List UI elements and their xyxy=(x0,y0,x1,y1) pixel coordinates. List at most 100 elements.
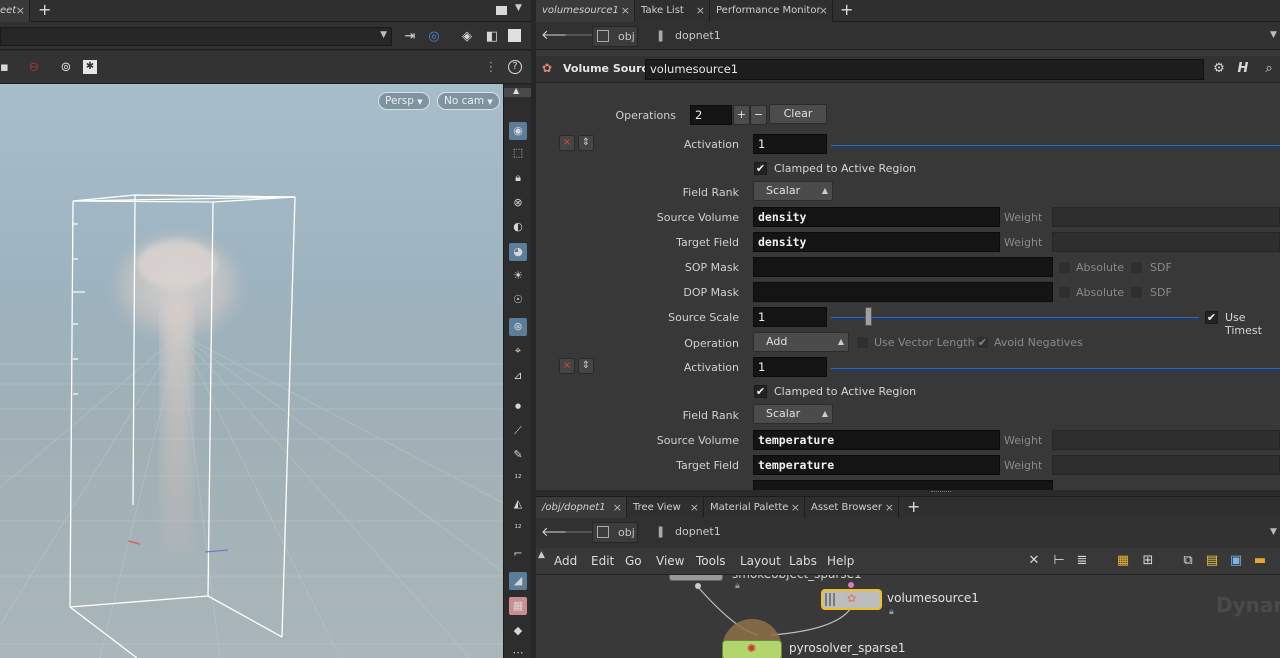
record-icon[interactable]: ⊖ xyxy=(26,60,42,76)
menu-add[interactable]: Add xyxy=(554,548,577,575)
path-node-button[interactable]: ❚ dopnet1 xyxy=(646,522,1266,543)
close-icon[interactable]: × xyxy=(690,497,699,519)
divider-grip[interactable] xyxy=(931,491,951,494)
camera-menu[interactable]: No cam ▼ xyxy=(437,92,500,110)
menu-go[interactable]: Go xyxy=(625,548,642,575)
chevron-down-icon[interactable]: ▼ xyxy=(1270,30,1277,40)
tree-layout-icon[interactable]: ⊢ xyxy=(1051,553,1067,569)
cube-icon[interactable]: ◈ xyxy=(459,29,475,45)
network-box-icon[interactable]: ▬ xyxy=(1252,553,1268,569)
tools-icon[interactable]: ✕ xyxy=(1026,553,1042,569)
sticky-note-icon[interactable]: ▤ xyxy=(1204,553,1220,569)
maximize-icon[interactable] xyxy=(496,6,507,15)
toolbar-scroll-handle[interactable]: ▲ xyxy=(504,86,532,97)
tab-volumesource1[interactable]: volumesource1 × xyxy=(536,0,635,22)
back-arrow-icon[interactable]: 🡐 xyxy=(541,28,576,44)
use-timestep-checkbox[interactable]: ✔ xyxy=(1205,311,1218,324)
close-icon[interactable]: × xyxy=(885,497,894,519)
network-editor[interactable]: smokeobject_sparse1 🔒︎ ✿ volumesource1 🔒… xyxy=(536,575,1280,658)
source-scale-field[interactable]: 1 xyxy=(753,307,827,327)
menu-view[interactable]: View xyxy=(656,548,684,575)
reference-plane-icon[interactable]: ◆ xyxy=(509,622,527,640)
normal-icon[interactable]: ⟋ xyxy=(509,422,527,440)
gear-icon[interactable]: ⚙ xyxy=(1211,61,1227,77)
absolute-checkbox[interactable] xyxy=(1058,261,1071,274)
prim-numbers-icon[interactable]: ¹² xyxy=(509,520,527,538)
weight-field[interactable] xyxy=(1052,430,1280,450)
pane-menu-icon[interactable]: ▼ xyxy=(515,3,522,13)
activation-slider[interactable] xyxy=(831,368,1280,371)
tab-scene-view[interactable]: eet × xyxy=(0,0,30,22)
tab-material-palette[interactable]: Material Palette × xyxy=(704,497,805,519)
background-icon[interactable]: ◢ xyxy=(509,572,527,590)
activation-slider[interactable] xyxy=(831,145,1280,148)
forward-arrow-icon[interactable]: 🡒 xyxy=(564,525,599,541)
target-field-field[interactable]: temperature xyxy=(753,455,1000,475)
node-name-field[interactable]: volumesource1 xyxy=(645,59,1204,80)
chevron-down-icon[interactable]: ▼ xyxy=(1270,527,1277,537)
viewport-3d[interactable]: Persp ▼ No cam ▼ xyxy=(0,84,503,658)
remove-operation-button[interactable]: − xyxy=(750,105,767,125)
brush-icon[interactable]: ✎ xyxy=(509,446,527,464)
point-numbers-icon[interactable]: ¹² xyxy=(509,470,527,488)
camera-pick-icon[interactable]: ⌖ xyxy=(509,342,527,360)
close-icon[interactable]: × xyxy=(621,0,630,22)
light-icon[interactable]: ◕ xyxy=(509,243,527,261)
persp-menu[interactable]: Persp ▼ xyxy=(378,92,430,110)
viewport-layout-icon[interactable] xyxy=(508,29,521,42)
sdf-checkbox[interactable] xyxy=(1130,261,1143,274)
tiles-icon[interactable]: ⊞ xyxy=(1140,553,1156,569)
head-light-icon[interactable]: ☉ xyxy=(509,291,527,309)
help-icon[interactable]: ? xyxy=(508,60,522,74)
menu-edit[interactable]: Edit xyxy=(591,548,614,575)
activation-field[interactable]: 1 xyxy=(753,357,827,377)
sop-mask-field[interactable] xyxy=(753,480,1053,490)
absolute-checkbox[interactable] xyxy=(1058,286,1071,299)
field-rank-menu[interactable]: Scalar ▲ xyxy=(753,404,833,424)
pin-icon[interactable]: ⇥ xyxy=(402,29,418,45)
add-tab-icon[interactable]: + xyxy=(907,497,920,519)
menu-layout[interactable]: Layout xyxy=(740,548,781,575)
activation-field[interactable]: 1 xyxy=(753,134,827,154)
search-icon[interactable]: ⌕ xyxy=(1261,61,1277,77)
camera-icon[interactable]: ⊚ xyxy=(58,60,74,76)
sop-mask-field[interactable] xyxy=(753,257,1053,277)
dop-mask-field[interactable] xyxy=(753,282,1053,302)
list-icon[interactable]: ≣ xyxy=(1074,553,1090,569)
edge-icon[interactable]: ⌐ xyxy=(509,545,527,563)
add-tab-icon[interactable]: + xyxy=(840,0,853,22)
menu-help[interactable]: Help xyxy=(827,548,854,575)
chevron-down-icon[interactable]: ▼ xyxy=(380,30,387,40)
collapse-arrow-icon[interactable]: ▲ xyxy=(538,550,545,560)
sdf-checkbox[interactable] xyxy=(1130,286,1143,299)
grid-icon[interactable]: ▦ xyxy=(509,597,527,615)
avoid-negatives-checkbox[interactable]: ✔ xyxy=(976,336,989,349)
close-icon[interactable]: × xyxy=(696,0,705,22)
weight-field[interactable] xyxy=(1052,232,1280,252)
prim-icon[interactable]: ◭ xyxy=(509,495,527,513)
shading-icon[interactable]: ◐ xyxy=(509,218,527,236)
tab-asset-browser[interactable]: Asset Browser × xyxy=(805,497,899,519)
operations-count-field[interactable]: 2 xyxy=(690,105,732,125)
node-pyrosolver_sparse1[interactable]: ✺ xyxy=(722,640,782,658)
clear-button[interactable]: Clear xyxy=(769,104,827,124)
node-volumesource1[interactable]: ✿ xyxy=(821,589,882,610)
close-icon[interactable]: × xyxy=(791,497,800,519)
add-operation-button[interactable]: + xyxy=(733,105,750,125)
weight-field[interactable] xyxy=(1052,207,1280,227)
image-icon[interactable]: ▣ xyxy=(1228,553,1244,569)
path-root-button[interactable]: obj xyxy=(592,26,638,47)
snap-icon[interactable]: ▪ xyxy=(0,60,9,76)
point-icon[interactable]: ● xyxy=(509,397,527,415)
source-scale-slider-handle[interactable] xyxy=(865,307,872,326)
path-field[interactable]: ▼ xyxy=(0,27,392,46)
close-icon[interactable]: × xyxy=(819,0,828,22)
clamped-checkbox[interactable]: ✔ xyxy=(754,385,767,398)
target-field-field[interactable]: density xyxy=(753,232,1000,252)
view-icon[interactable]: ◉ xyxy=(509,122,527,140)
use-vector-length-checkbox[interactable] xyxy=(856,336,869,349)
ghost-icon[interactable]: ⊗ xyxy=(509,194,527,212)
tree-icon[interactable]: ⋮ xyxy=(483,60,499,76)
source-scale-slider[interactable] xyxy=(831,317,1199,320)
tab-performance-monitor[interactable]: Performance Monitor × xyxy=(710,0,833,22)
